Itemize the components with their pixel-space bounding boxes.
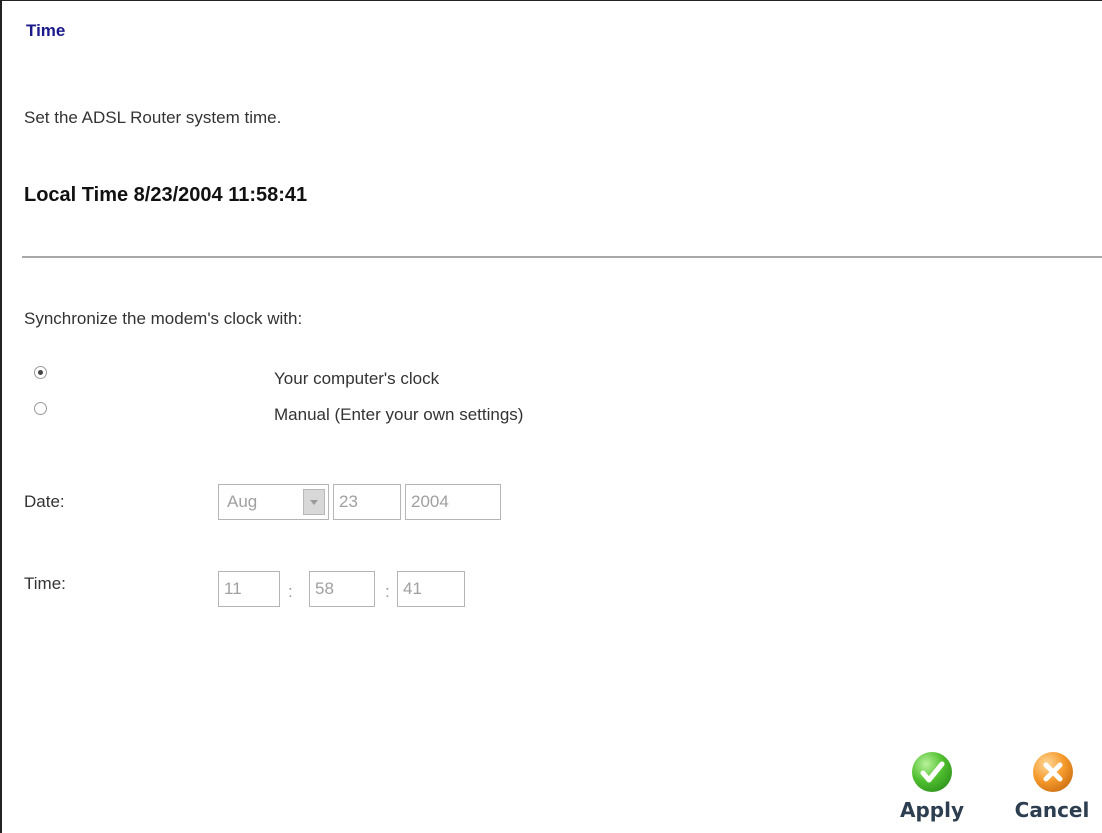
time-label: Time: (24, 574, 66, 593)
time-separator: : (385, 582, 390, 601)
section-divider (22, 256, 1102, 258)
cancel-label[interactable]: Cancel (1006, 798, 1098, 822)
second-input[interactable]: 41 (397, 571, 465, 607)
page-description: Set the ADSL Router system time. (24, 108, 282, 127)
month-select[interactable]: Aug (218, 484, 329, 520)
hour-input[interactable]: 11 (218, 571, 280, 607)
date-label: Date: (24, 492, 65, 511)
month-value: Aug (227, 492, 258, 511)
time-separator: : (288, 582, 293, 601)
sync-prompt: Synchronize the modem's clock with: (24, 309, 303, 328)
local-time-display: Local Time 8/23/2004 11:58:41 (24, 184, 308, 206)
apply-label[interactable]: Apply (892, 798, 972, 822)
year-input[interactable]: 2004 (405, 484, 501, 520)
manual-settings-radio[interactable] (34, 402, 47, 415)
computer-clock-radio[interactable] (34, 366, 47, 379)
computer-clock-label: Your computer's clock (274, 369, 440, 388)
apply-button[interactable]: Apply (892, 752, 972, 822)
checkmark-icon[interactable] (912, 752, 952, 792)
x-icon[interactable] (1033, 752, 1073, 792)
page-title: Time (26, 21, 66, 40)
day-input[interactable]: 23 (333, 484, 401, 520)
cancel-button[interactable]: Cancel (1006, 752, 1098, 822)
manual-settings-label: Manual (Enter your own settings) (274, 405, 524, 424)
minute-input[interactable]: 58 (309, 571, 375, 607)
chevron-down-icon[interactable] (303, 489, 325, 515)
